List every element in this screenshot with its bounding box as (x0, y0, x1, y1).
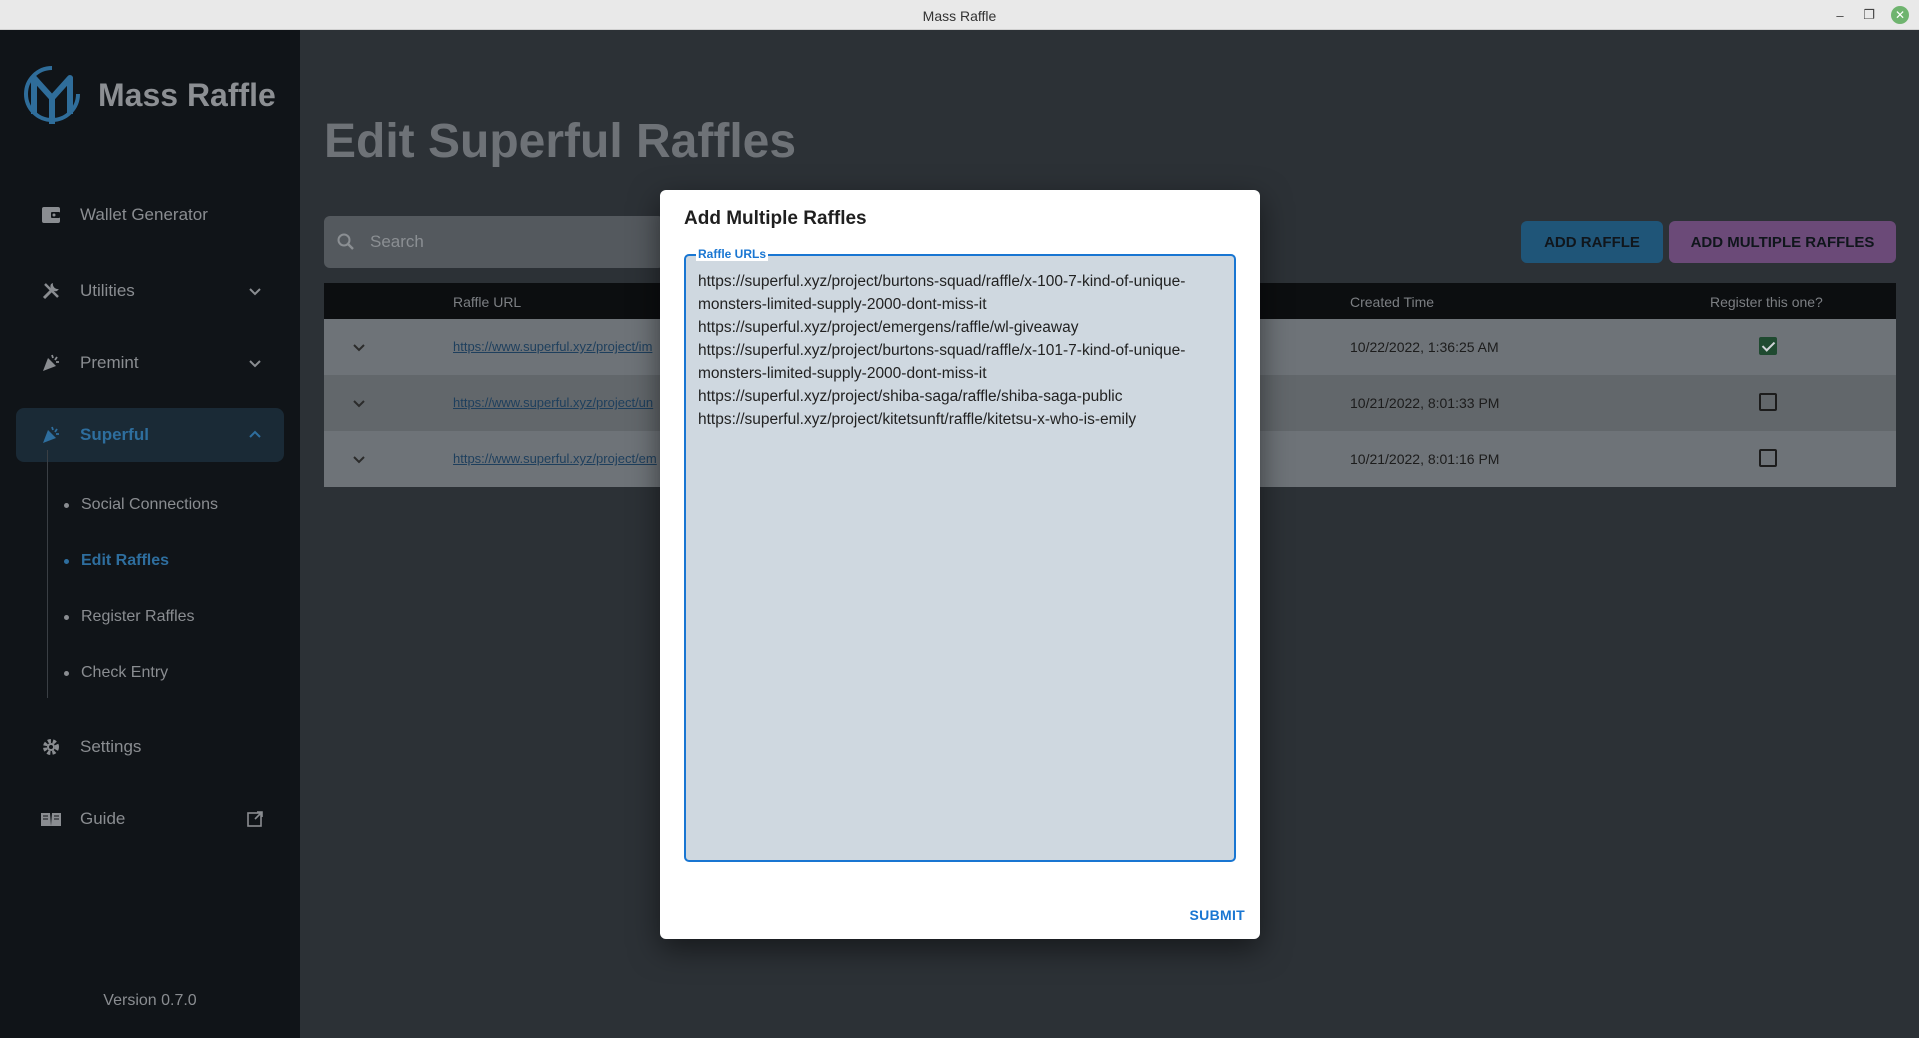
chevron-down-icon (249, 288, 261, 296)
raffle-url-link[interactable]: https://www.superful.xyz/project/im (453, 339, 652, 354)
raffle-urls-label: Raffle URLs (696, 247, 769, 261)
wallet-icon (40, 204, 62, 226)
created-time: 10/21/2022, 8:01:16 PM (1350, 451, 1500, 467)
add-multiple-raffles-button[interactable]: ADD MULTIPLE RAFFLES (1669, 221, 1896, 263)
created-time: 10/21/2022, 8:01:33 PM (1350, 395, 1500, 411)
logo-icon (24, 66, 80, 124)
brand: Mass Raffle (20, 62, 276, 128)
bullet (64, 614, 69, 620)
sidebar-item-settings[interactable]: Settings (16, 720, 284, 774)
chevron-up-icon (249, 430, 261, 438)
bullet (64, 558, 69, 564)
search-placeholder: Search (370, 232, 424, 251)
dialog-title: Add Multiple Raffles (684, 208, 867, 229)
chevron-down-icon (249, 360, 261, 368)
sidebar-subitem-label: Social Connections (81, 496, 218, 513)
raffle-url-link[interactable]: https://www.superful.xyz/project/em (453, 451, 657, 466)
add-multiple-raffles-dialog: Add Multiple Raffles Raffle URLs https:/… (660, 190, 1260, 939)
gear-icon (40, 736, 62, 758)
created-time: 10/22/2022, 1:36:25 AM (1350, 339, 1499, 355)
sidebar-item-label: Guide (80, 809, 126, 828)
maximize-icon[interactable]: ❐ (1860, 6, 1878, 24)
sidebar-item-utilities[interactable]: Utilities (16, 264, 284, 318)
external-link-icon (247, 811, 263, 827)
chevron-down-icon[interactable] (350, 394, 368, 412)
search-icon (337, 233, 354, 250)
sidebar-subitem-social-connections[interactable]: Social Connections (64, 496, 218, 514)
book-icon (40, 808, 62, 830)
chevron-down-icon[interactable] (350, 338, 368, 356)
window-title: Mass Raffle (922, 8, 997, 24)
submit-button[interactable]: SUBMIT (1190, 907, 1245, 923)
sidebar-subitem-label: Register Raffles (81, 608, 195, 625)
app: Mass Raffle Wallet Generator Utilities P… (0, 30, 1919, 1038)
raffle-url-link[interactable]: https://www.superful.xyz/project/un (453, 395, 653, 410)
brand-name: Mass Raffle (98, 76, 276, 113)
sidebar-item-premint[interactable]: Premint (16, 336, 284, 390)
tools-icon (40, 280, 62, 302)
raffle-urls-textarea[interactable]: https://superful.xyz/project/burtons-squ… (698, 270, 1228, 850)
version-text: Version 0.7.0 (103, 992, 197, 1009)
sidebar-subitem-register-raffles[interactable]: Register Raffles (64, 608, 195, 626)
register-checkbox[interactable] (1759, 393, 1777, 411)
close-icon[interactable]: ✕ (1891, 6, 1909, 24)
sidebar-subitem-label: Edit Raffles (81, 552, 170, 569)
column-header-raffle-url[interactable]: Raffle URL (453, 294, 521, 310)
sidebar-item-label: Premint (80, 353, 139, 372)
register-checkbox[interactable] (1759, 449, 1777, 467)
sidebar-item-label: Superful (80, 425, 149, 444)
sidebar-item-guide[interactable]: Guide (16, 792, 284, 846)
window-titlebar: Mass Raffle – ❐ ✕ (0, 0, 1919, 30)
sidebar-subitem-edit-raffles[interactable]: Edit Raffles (64, 552, 169, 570)
minimize-icon[interactable]: – (1831, 6, 1849, 24)
party-icon (40, 352, 62, 374)
register-checkbox[interactable] (1759, 337, 1777, 355)
bullet (64, 502, 69, 508)
sidebar: Mass Raffle Wallet Generator Utilities P… (0, 30, 300, 1038)
search-input[interactable]: Search (324, 216, 664, 268)
column-header-register[interactable]: Register this one? (1710, 294, 1823, 310)
sidebar-item-wallet-generator[interactable]: Wallet Generator (16, 188, 284, 242)
raffle-urls-field: Raffle URLs https://superful.xyz/project… (684, 247, 1236, 862)
sidebar-item-label: Utilities (80, 281, 135, 300)
column-header-created-time[interactable]: Created Time (1350, 294, 1434, 310)
submenu-line (47, 450, 48, 698)
chevron-down-icon[interactable] (350, 450, 368, 468)
sidebar-subitem-check-entry[interactable]: Check Entry (64, 664, 168, 682)
page-title: Edit Superful Raffles (324, 115, 797, 168)
sidebar-subitem-label: Check Entry (81, 664, 169, 681)
sidebar-item-label: Wallet Generator (80, 205, 208, 224)
party-icon (40, 424, 62, 446)
sidebar-item-superful[interactable]: Superful (16, 408, 284, 462)
bullet (64, 670, 69, 676)
add-raffle-button[interactable]: ADD RAFFLE (1521, 221, 1663, 263)
sidebar-item-label: Settings (80, 737, 142, 756)
